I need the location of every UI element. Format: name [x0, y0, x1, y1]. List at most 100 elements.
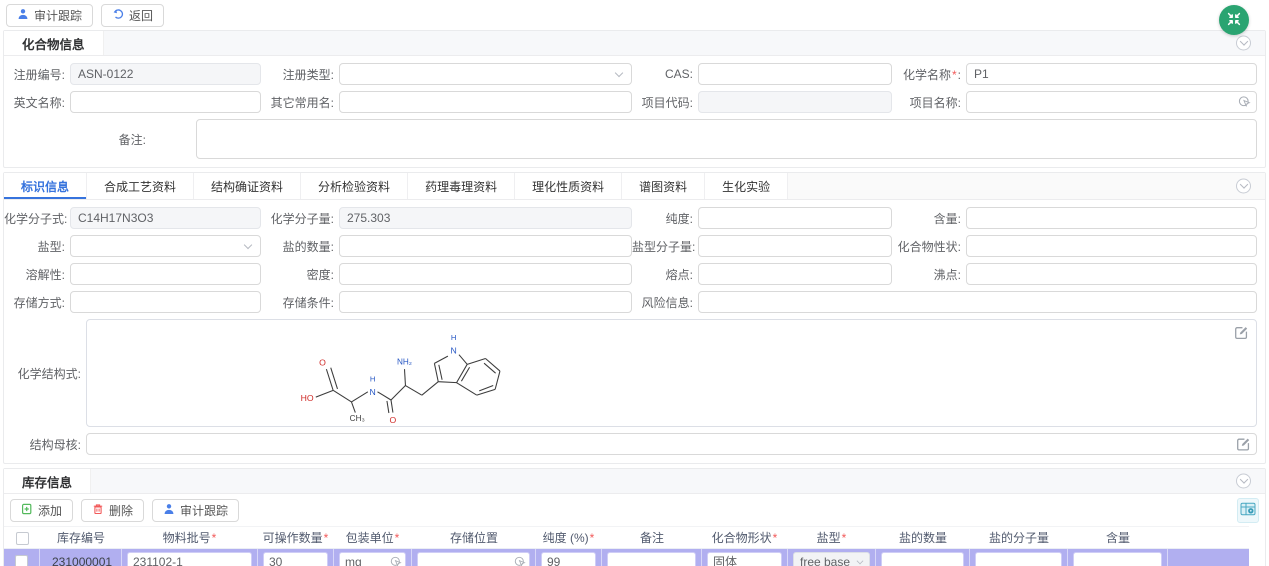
density-input[interactable] [339, 263, 632, 285]
inventory-audit-button[interactable]: 审计跟踪 [152, 499, 239, 522]
risk-info-label: 风险信息: [632, 294, 698, 311]
svg-text:H: H [451, 333, 457, 342]
col-batch-no: 物料批号* [122, 529, 258, 546]
salt-count-cell-input[interactable] [881, 552, 964, 566]
character-input[interactable] [966, 235, 1257, 257]
click-select-icon[interactable] [514, 556, 526, 566]
inventory-toolbar: 添加 删除 审计跟踪 [4, 494, 1265, 526]
click-select-icon[interactable] [390, 556, 402, 566]
risk-info-input[interactable] [698, 291, 1257, 313]
salt-type-value: free base [800, 555, 850, 566]
salt-count-label: 盐的数量: [261, 238, 339, 255]
content-input[interactable] [966, 207, 1257, 229]
salt-mw-cell-input[interactable] [975, 552, 1062, 566]
formula-input [70, 207, 261, 229]
content-label: 含量: [892, 210, 966, 227]
content-cell-input[interactable] [1073, 552, 1162, 566]
tab-spectra[interactable]: 谱图资料 [622, 173, 705, 199]
tab-structure-confirmation[interactable]: 结构确证资料 [194, 173, 301, 199]
en-name-label: 英文名称: [4, 94, 70, 111]
chevron-down-icon [615, 68, 623, 76]
column-settings-button[interactable] [1237, 498, 1259, 523]
inventory-section-title: 库存信息 [4, 469, 91, 493]
delete-label: 删除 [109, 502, 133, 519]
audit-trail-button[interactable]: 审计跟踪 [6, 4, 93, 27]
back-label: 返回 [129, 7, 153, 24]
collapse-arrows-icon [1226, 11, 1242, 30]
project-name-label: 项目名称: [892, 94, 966, 111]
tab-pharm-tox[interactable]: 药理毒理资料 [408, 173, 515, 199]
density-label: 密度: [261, 266, 339, 283]
top-toolbar: 审计跟踪 返回 [0, 0, 1269, 30]
alias-input[interactable] [339, 91, 632, 113]
salt-type-row-select[interactable]: free base [793, 552, 870, 566]
salt-mw-input[interactable] [698, 235, 892, 257]
salt-mw-label: 盐型分子量: [632, 238, 698, 255]
col-package-unit: 包装单位* [334, 529, 412, 546]
click-select-icon[interactable] [1238, 96, 1251, 109]
svg-text:O: O [319, 357, 326, 367]
remark-label: 备注: [4, 131, 196, 148]
purity-cell-input[interactable] [541, 552, 596, 566]
svg-text:O: O [390, 415, 397, 425]
svg-text:HO: HO [301, 393, 314, 403]
salt-type-label: 盐型: [4, 238, 70, 255]
purity-label: 纯度: [632, 210, 698, 227]
tab-biochem-experiment[interactable]: 生化实验 [705, 173, 788, 199]
tab-analysis-inspection[interactable]: 分析检验资料 [301, 173, 408, 199]
edit-core-icon[interactable] [1236, 437, 1251, 452]
compound-shape-input[interactable] [707, 552, 782, 566]
inventory-table-header: 库存编号 物料批号* 可操作数量* 包装单位* 存储位置 纯度 (%)* 备注 … [4, 526, 1249, 549]
edit-structure-icon[interactable] [1234, 325, 1249, 340]
batch-no-input[interactable] [127, 552, 252, 566]
back-button[interactable]: 返回 [101, 4, 164, 27]
structure-label: 化学结构式: [4, 365, 86, 382]
solubility-input[interactable] [70, 263, 261, 285]
reg-type-select[interactable] [339, 63, 632, 85]
purity-input[interactable] [698, 207, 892, 229]
reg-no-input [70, 63, 261, 85]
tab-synthesis-process[interactable]: 合成工艺资料 [87, 173, 194, 199]
melting-point-input[interactable] [698, 263, 892, 285]
tab-bar: 标识信息 合成工艺资料 结构确证资料 分析检验资料 药理毒理资料 理化性质资料 … [4, 173, 1265, 200]
tab-physchem-properties[interactable]: 理化性质资料 [515, 173, 622, 199]
identification-card: 标识信息 合成工艺资料 结构确证资料 分析检验资料 药理毒理资料 理化性质资料 … [3, 172, 1266, 464]
svg-text:H: H [370, 375, 376, 384]
svg-text:NH₂: NH₂ [397, 357, 412, 366]
salt-count-input[interactable] [339, 235, 632, 257]
add-row-button[interactable]: 添加 [10, 499, 73, 522]
chem-name-input[interactable] [966, 63, 1257, 85]
reg-no-label: 注册编号: [4, 66, 70, 83]
tab-identification[interactable]: 标识信息 [4, 173, 87, 199]
collapse-section-icon[interactable] [1236, 36, 1251, 51]
row-checkbox[interactable] [15, 555, 28, 566]
chevron-down-icon [857, 557, 864, 564]
structure-canvas[interactable]: HO O CH₃ N H O NH₂ H N [86, 319, 1257, 427]
cas-input[interactable] [698, 63, 892, 85]
collapse-section-icon[interactable] [1236, 474, 1251, 489]
audit-trail-label: 审计跟踪 [34, 7, 82, 24]
person-icon [163, 503, 175, 518]
collapse-section-icon[interactable] [1236, 179, 1251, 194]
col-salt-type: 盐型* [788, 529, 876, 546]
storage-condition-input[interactable] [339, 291, 632, 313]
salt-type-select[interactable] [70, 235, 261, 257]
svg-text:CH₃: CH₃ [350, 414, 365, 423]
storage-condition-label: 存储条件: [261, 294, 339, 311]
add-label: 添加 [38, 502, 62, 519]
operable-qty-input[interactable] [263, 552, 328, 566]
boiling-point-input[interactable] [966, 263, 1257, 285]
project-name-input[interactable] [966, 91, 1257, 113]
collapse-all-fab[interactable] [1219, 5, 1249, 35]
storage-method-input[interactable] [70, 291, 261, 313]
mw-input [339, 207, 632, 229]
remark-cell-input[interactable] [607, 552, 696, 566]
project-code-label: 项目代码: [632, 94, 698, 111]
remark-textarea[interactable] [196, 119, 1257, 159]
compound-section-title: 化合物信息 [4, 31, 104, 55]
compound-section-header: 化合物信息 [4, 31, 1265, 56]
en-name-input[interactable] [70, 91, 261, 113]
core-structure-input[interactable] [86, 433, 1257, 455]
select-all-checkbox[interactable] [16, 532, 29, 545]
delete-row-button[interactable]: 删除 [81, 499, 144, 522]
